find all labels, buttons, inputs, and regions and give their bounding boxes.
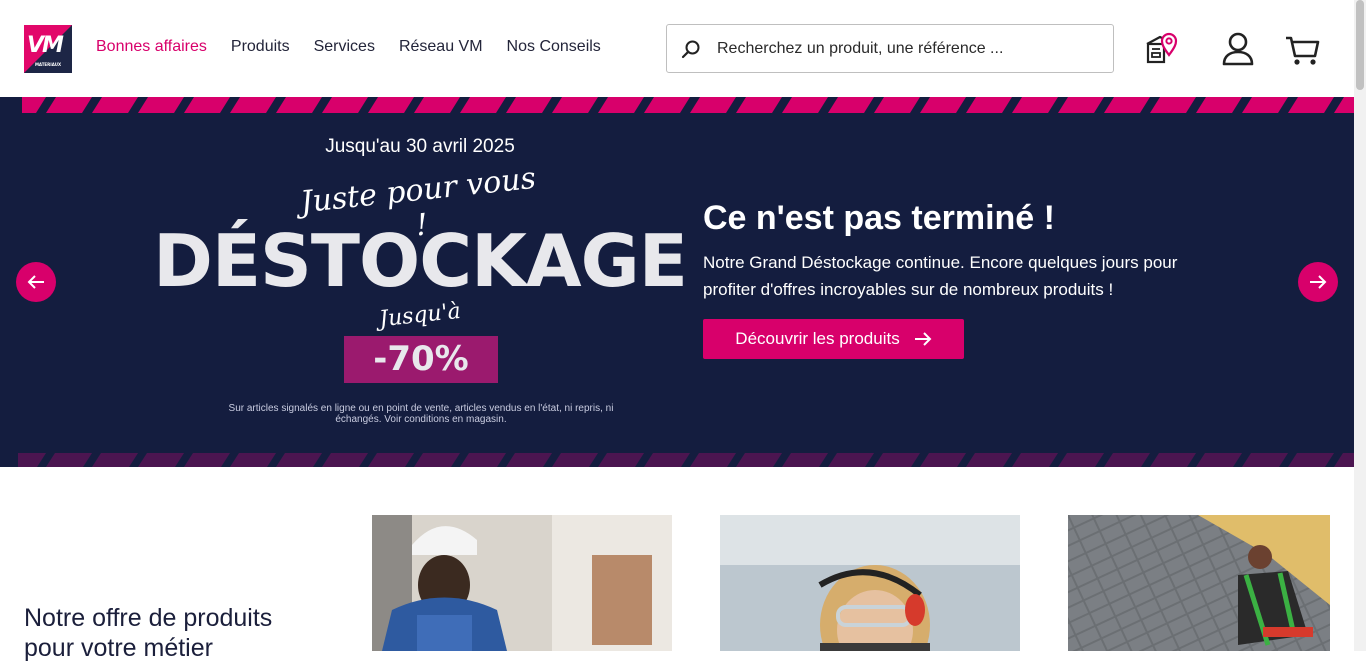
offers-section-title: Notre offre de produits pour votre métie…: [24, 604, 273, 662]
hero-title: Ce n'est pas terminé !: [703, 199, 1055, 237]
store-locator-icon[interactable]: [1144, 30, 1180, 68]
search-placeholder: Recherchez un produit, une référence ...: [717, 40, 1004, 57]
promo-headline: DÉSTOCKAGE: [153, 219, 688, 303]
promo-discount-badge: -70%: [344, 336, 498, 383]
page-scrollbar[interactable]: [1354, 0, 1366, 651]
nav-nos-conseils[interactable]: Nos Conseils: [507, 38, 601, 56]
cart-icon[interactable]: [1284, 30, 1320, 68]
search-icon: [681, 40, 700, 59]
nav-produits[interactable]: Produits: [231, 38, 290, 56]
hero-top-stripes: [22, 97, 1354, 113]
nav-services[interactable]: Services: [314, 38, 375, 56]
main-nav: Bonnes affaires Produits Services Réseau…: [96, 38, 625, 56]
discover-products-label: Découvrir les produits: [735, 329, 900, 348]
site-header: VM MATERIAUX Bonnes affaires Produits Se…: [0, 0, 1354, 97]
carousel-next-button[interactable]: [1298, 262, 1338, 302]
hero-description: Notre Grand Déstockage continue. Encore …: [703, 253, 1178, 299]
nav-reseau-vm[interactable]: Réseau VM: [399, 38, 483, 56]
promo-date: Jusqu'au 30 avril 2025: [325, 136, 515, 157]
promo-fine-print: Sur articles signalés en ligne ou en poi…: [228, 403, 614, 425]
logo-text: VM: [27, 33, 64, 58]
arrow-right-icon: [1310, 275, 1327, 289]
arrow-right-icon: [914, 332, 932, 346]
product-category-photo-woodworker[interactable]: [720, 515, 1020, 651]
product-category-photo-construction-worker[interactable]: [372, 515, 672, 651]
scrollbar-thumb[interactable]: [1356, 0, 1364, 90]
vm-logo[interactable]: VM MATERIAUX: [24, 25, 72, 73]
product-category-photo-roofer[interactable]: [1068, 515, 1330, 651]
account-icon[interactable]: [1220, 30, 1256, 68]
nav-bonnes-affaires[interactable]: Bonnes affaires: [96, 38, 207, 56]
hero-banner: Jusqu'au 30 avril 2025 Juste pour vous !…: [0, 97, 1354, 467]
hero-bottom-stripes: [18, 453, 1354, 467]
arrow-left-icon: [27, 275, 44, 289]
carousel-prev-button[interactable]: [16, 262, 56, 302]
logo-subtext: MATERIAUX: [34, 62, 62, 67]
search-input[interactable]: Recherchez un produit, une référence ...: [666, 24, 1114, 73]
discover-products-button[interactable]: Découvrir les produits: [703, 319, 964, 359]
